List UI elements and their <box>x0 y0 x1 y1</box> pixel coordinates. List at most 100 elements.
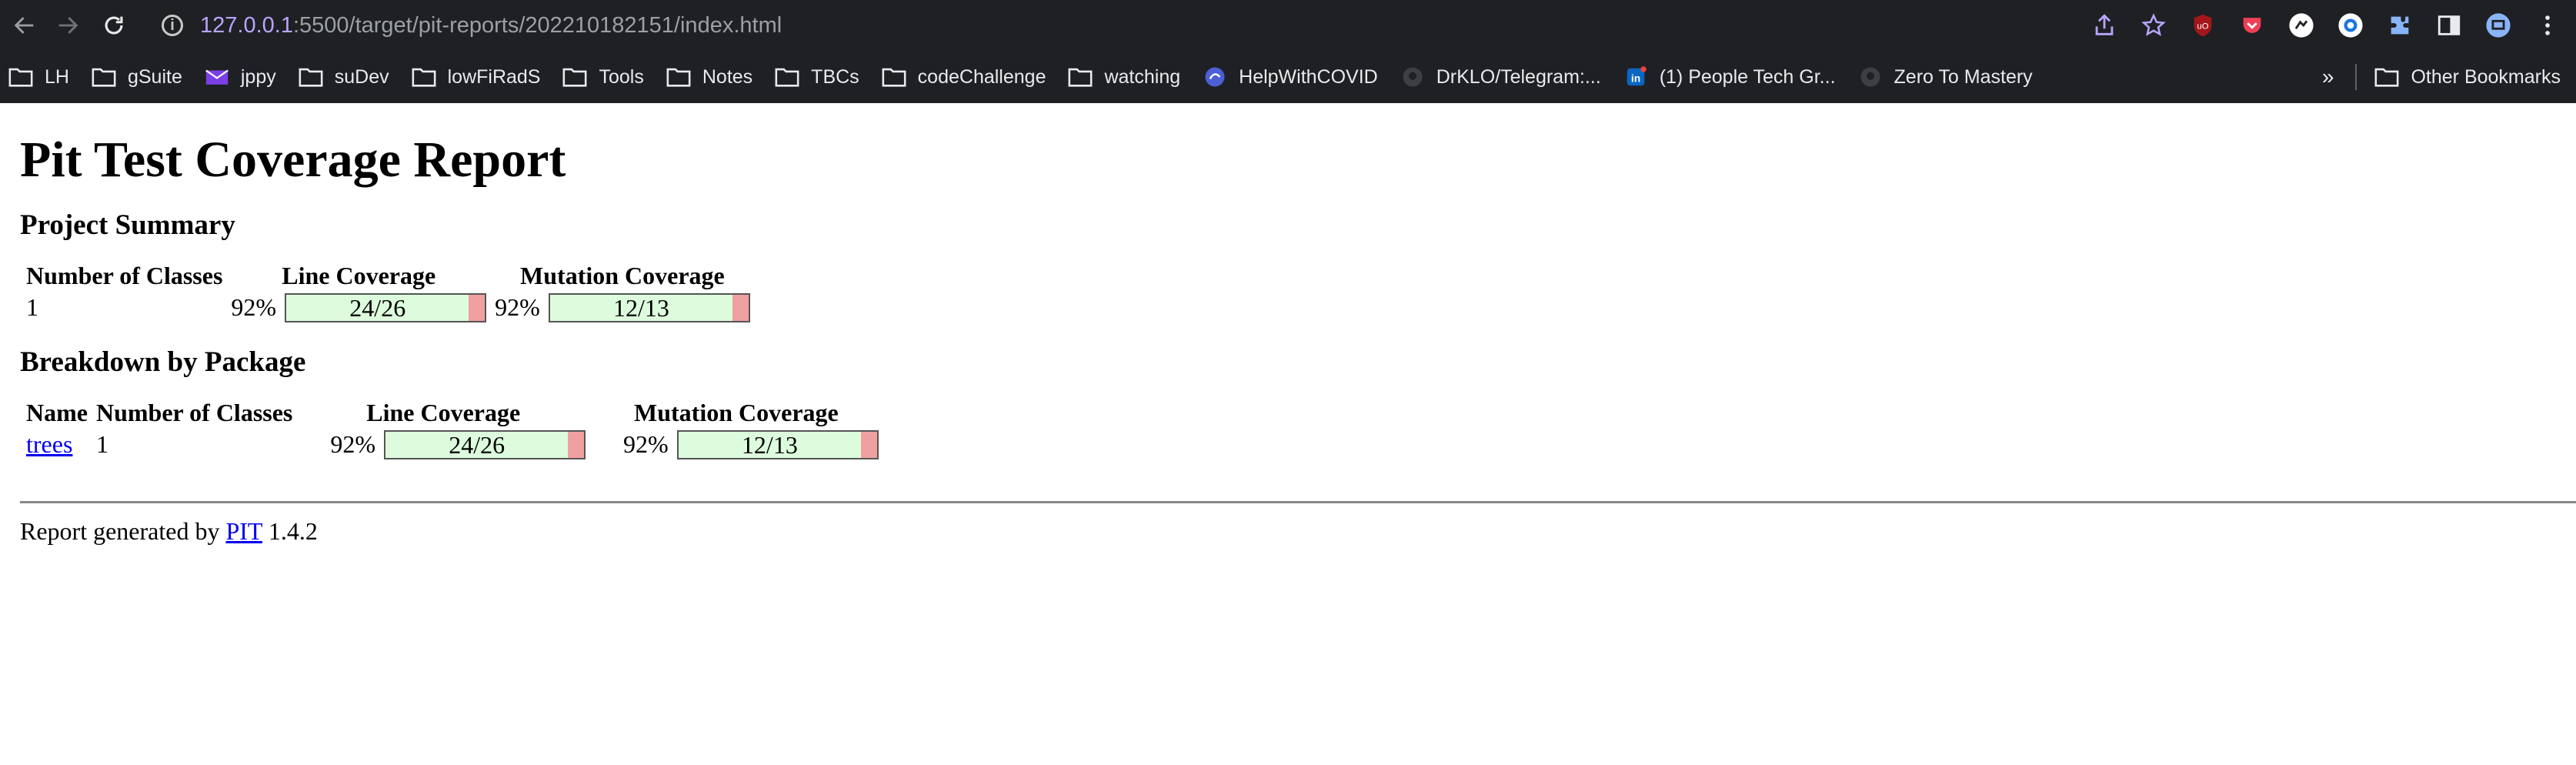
report-footer: Report generated by PIT 1.4.2 <box>20 517 2556 546</box>
eye-extension[interactable] <box>2336 11 2365 40</box>
extensions-bar: uO <box>2090 6 2562 45</box>
mutation-coverage-covered: 12/13 <box>549 294 733 321</box>
bookmark-label: watching <box>1104 65 1181 88</box>
project-summary-heading: Project Summary <box>20 209 235 241</box>
github-icon <box>1857 65 1894 89</box>
pocket-icon <box>2243 18 2261 33</box>
reload-button[interactable] <box>95 7 132 44</box>
bookmark-label: gSuite <box>127 65 182 88</box>
info-icon[interactable]: i <box>162 15 183 36</box>
svg-text:in: in <box>1631 72 1640 84</box>
pit-link[interactable]: PIT <box>225 517 262 545</box>
folder-icon <box>881 65 918 89</box>
more-vert-icon <box>2545 15 2550 35</box>
ublock-extension[interactable]: uO <box>2188 11 2217 40</box>
package-link-trees[interactable]: trees <box>26 430 72 458</box>
extensions-button[interactable] <box>2385 11 2414 40</box>
folder-icon <box>666 65 702 89</box>
bookmark-watching[interactable]: watching <box>1067 65 1180 89</box>
line-coverage-bar: 24/26 <box>384 429 586 459</box>
bookmark-label: jppy <box>240 65 276 88</box>
bookmark-sudev[interactable]: suDev <box>298 65 389 89</box>
browser-menu-button[interactable] <box>2533 11 2562 40</box>
folder-icon <box>298 65 335 89</box>
star-icon <box>2141 13 2166 36</box>
bookmark-label: suDev <box>334 65 389 88</box>
mutation-coverage-uncovered <box>861 431 877 458</box>
pocket-extension[interactable] <box>2237 11 2267 40</box>
line-coverage-bar: 24/26 <box>285 292 487 322</box>
other-bookmarks-folder[interactable]: Other Bookmarks <box>2374 65 2561 89</box>
summary-line-percent: 92% <box>231 293 277 322</box>
mutation-coverage-covered: 12/13 <box>678 430 862 459</box>
folder-icon <box>91 65 128 89</box>
forward-button[interactable] <box>49 7 86 44</box>
pit-version: 1.4.2 <box>268 516 318 545</box>
summary-mutation-percent: 92% <box>495 293 540 322</box>
side-panel-icon <box>2438 15 2461 35</box>
divider <box>20 500 2576 503</box>
header-mutation-coverage: Mutation Coverage <box>634 398 839 426</box>
report-page: Pit Test Coverage Report Project Summary… <box>0 132 2576 546</box>
bookmark-drklo-telegram[interactable]: DrKLO/Telegram:... <box>1400 65 1601 89</box>
bookmarks-divider <box>2355 64 2357 90</box>
folder-icon <box>8 65 45 89</box>
header-mutation-coverage: Mutation Coverage <box>520 261 725 289</box>
bookmark-tools[interactable]: Tools <box>562 65 644 89</box>
package-name-cell: trees <box>25 430 89 459</box>
bookmark-jppy[interactable]: jppy <box>204 65 276 89</box>
bookmarks-right: » Other Bookmarks <box>2322 51 2561 103</box>
bookmark-notes[interactable]: Notes <box>666 65 752 89</box>
globe-icon <box>1202 65 1239 89</box>
back-button[interactable] <box>6 7 43 44</box>
url-host: 127.0.0.1 <box>200 12 293 38</box>
svg-text:uO: uO <box>2197 22 2208 31</box>
bookmark-tbcs[interactable]: TBCs <box>774 65 859 89</box>
share-button[interactable] <box>2090 11 2119 40</box>
header-name: Name <box>26 398 88 426</box>
bookmark-1-people-tech-gr[interactable]: in (1) People Tech Gr... <box>1623 65 1836 89</box>
bookmark-gsuite[interactable]: gSuite <box>91 65 182 89</box>
line-coverage-covered: 24/26 <box>385 430 569 459</box>
folder-icon <box>2375 68 2399 87</box>
arrow-right-icon <box>58 17 78 34</box>
summary-mutation-bar-cell: 12/13 <box>547 292 752 322</box>
bookmark-label: Tools <box>599 65 644 88</box>
bookmark-star-button[interactable] <box>2139 11 2168 40</box>
bookmark-codechallenge[interactable]: codeChallenge <box>881 65 1046 89</box>
profile-button[interactable] <box>2484 11 2513 40</box>
project-summary-table: Number of Classes Line Coverage Mutation… <box>19 259 757 326</box>
package-mutation-bar-cell: 12/13 <box>676 429 880 459</box>
folder-icon <box>774 65 811 89</box>
bookmarks-overflow-button[interactable]: » <box>2322 65 2334 89</box>
bookmark-label: Notes <box>702 65 753 88</box>
header-line-coverage: Line Coverage <box>282 261 436 289</box>
line-coverage-uncovered <box>469 294 486 321</box>
bookmark-lowfirads[interactable]: lowFiRadS <box>411 65 541 89</box>
browser-toolbar: i 127.0.0.1:5500/target/pit-reports/2022… <box>0 0 2576 51</box>
package-line-bar-cell: 24/26 <box>382 429 587 459</box>
arrow-left-icon <box>14 17 34 34</box>
mutation-coverage-label: 12/13 <box>741 430 798 459</box>
breakdown-table: Name Number of Classes Line Coverage Mut… <box>19 396 886 463</box>
side-panel-button[interactable] <box>2434 11 2464 40</box>
summary-classes: 1 <box>26 293 38 322</box>
address-bar[interactable]: i 127.0.0.1:5500/target/pit-reports/2022… <box>162 6 782 45</box>
runner-extension[interactable] <box>2287 11 2316 40</box>
url-path: :5500/target/pit-reports/202210182151/in… <box>292 12 782 38</box>
other-bookmarks-label: Other Bookmarks <box>2411 65 2561 88</box>
line-coverage-label: 24/26 <box>349 293 406 322</box>
folder-icon <box>411 65 448 89</box>
bookmark-zero-to-mastery[interactable]: Zero To Mastery <box>1857 65 2033 89</box>
bookmarks-bar: LH gSuite jppy suDev lowFiRadS Tools Notes TBCs… <box>0 51 2576 103</box>
header-line-coverage: Line Coverage <box>366 398 521 426</box>
bookmark-helpwithcovid[interactable]: HelpWithCOVID <box>1202 65 1378 89</box>
bookmark-lh[interactable]: LH <box>8 65 69 89</box>
line-coverage-label: 24/26 <box>449 430 506 459</box>
linkedin-icon: in <box>1623 65 1660 89</box>
bookmark-label: (1) People Tech Gr... <box>1659 65 1836 88</box>
bookmark-label: TBCs <box>811 65 859 88</box>
github-icon <box>1400 65 1436 89</box>
package-line-percent: 92% <box>330 430 376 459</box>
bookmark-label: lowFiRadS <box>447 65 541 88</box>
